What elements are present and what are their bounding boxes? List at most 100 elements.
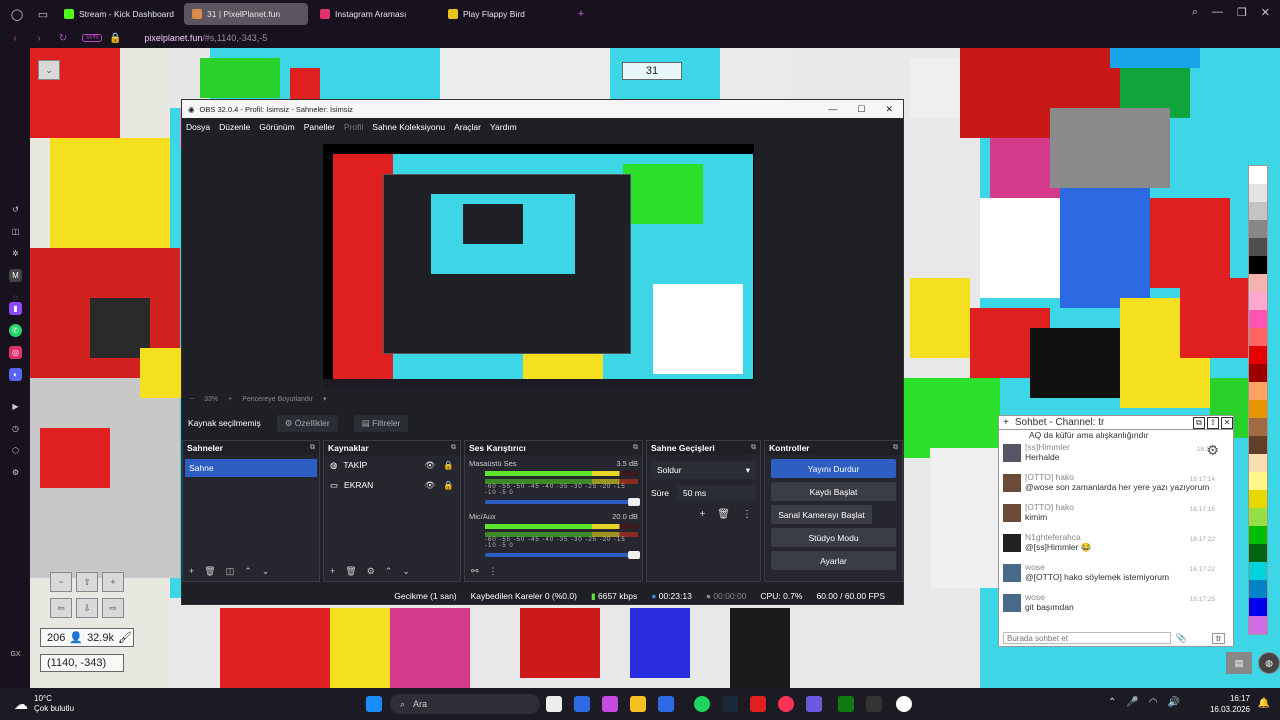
vpn-badge[interactable]: VPN bbox=[82, 34, 103, 42]
message-author[interactable]: N1ghteferahca bbox=[1025, 532, 1091, 542]
scene-filters-icon[interactable]: ◫ bbox=[226, 566, 235, 577]
url-field[interactable]: pixelplanet.fun/#s,1140,-343,-5 bbox=[144, 33, 267, 43]
scene-item[interactable]: Sahne bbox=[185, 459, 317, 477]
more-options-icon[interactable]: ⋮ bbox=[489, 566, 498, 577]
start-icon[interactable] bbox=[366, 696, 382, 712]
add-channel-icon[interactable]: + bbox=[1003, 417, 1009, 428]
message-author[interactable]: wose bbox=[1025, 562, 1169, 572]
weather-widget[interactable]: ☁ 10°C Çok bulutlu bbox=[14, 694, 74, 714]
stop-streaming-button[interactable]: Yayını Durdur bbox=[771, 459, 896, 478]
clock[interactable]: 16:17 16.03.2026 bbox=[1210, 693, 1250, 715]
cube-icon[interactable]: ⬡ bbox=[9, 444, 22, 457]
forward-icon[interactable]: › bbox=[30, 33, 48, 44]
twitch-icon[interactable]: ▮ bbox=[9, 302, 22, 315]
source-item-ekran[interactable]: ▭ EKRAN 👁 🔒 bbox=[324, 475, 460, 495]
tab-manager-icon[interactable]: ▭ bbox=[34, 5, 52, 23]
opera-logo-icon[interactable]: ◯ bbox=[8, 5, 26, 23]
obs-preview[interactable] bbox=[323, 144, 754, 388]
menu-view[interactable]: Görünüm bbox=[259, 122, 294, 132]
palette-toggle-button[interactable]: ◍ bbox=[1258, 652, 1280, 674]
zoom-out-icon[interactable]: − bbox=[190, 396, 194, 403]
zoom-out-button[interactable]: − bbox=[50, 572, 72, 592]
move-up-icon[interactable]: ⌃ bbox=[244, 566, 252, 577]
menu-help[interactable]: Yardım bbox=[490, 122, 517, 132]
volume-slider[interactable] bbox=[485, 498, 640, 506]
zoom-in-button[interactable]: + bbox=[102, 572, 124, 592]
move-up-icon[interactable]: ⌃ bbox=[385, 566, 393, 577]
chevron-down-icon[interactable]: ▾ bbox=[323, 395, 327, 403]
filters-button[interactable]: ▤ Filtreler bbox=[353, 414, 409, 432]
properties-button[interactable]: ⚙ Özellikler bbox=[276, 414, 338, 432]
obs-taskbar-icon[interactable] bbox=[866, 696, 882, 712]
steam-icon[interactable] bbox=[722, 696, 738, 712]
undock-icon[interactable]: ⧉ bbox=[310, 444, 315, 452]
undock-icon[interactable]: ⧉ bbox=[451, 444, 456, 452]
taskbar-search[interactable]: ⌕ Ara bbox=[390, 694, 540, 714]
channel-select[interactable]: tr bbox=[1212, 633, 1225, 644]
settings-button[interactable]: Ayarlar bbox=[771, 551, 896, 570]
lock-icon[interactable]: 🔒 bbox=[443, 460, 454, 471]
undock-icon[interactable]: ⧉ bbox=[893, 444, 898, 452]
obs-close-icon[interactable]: ✕ bbox=[885, 104, 893, 115]
remove-source-icon[interactable]: 🗑 bbox=[345, 566, 356, 577]
obs-minimize-icon[interactable]: — bbox=[828, 104, 837, 115]
teams-icon[interactable] bbox=[806, 696, 822, 712]
transition-options-icon[interactable]: ⋮ bbox=[742, 509, 752, 520]
volume-slider[interactable] bbox=[485, 551, 640, 559]
chat-close-icon[interactable]: ✕ bbox=[1221, 416, 1233, 429]
menu-profile[interactable]: Profil bbox=[344, 122, 363, 132]
discord-icon[interactable]: ◐ bbox=[9, 368, 22, 381]
studio-mode-button[interactable]: Stüdyo Modu bbox=[771, 528, 896, 547]
popout-icon[interactable]: ⧉ bbox=[1193, 416, 1205, 429]
move-down-button[interactable]: ⇩ bbox=[76, 598, 98, 618]
start-virtual-camera-button[interactable]: Sanal Kamerayı Başlat bbox=[771, 505, 872, 524]
copilot-icon[interactable] bbox=[602, 696, 618, 712]
chevron-up-icon[interactable]: ⌃ bbox=[1108, 697, 1116, 708]
wifi-icon[interactable]: ◠ bbox=[1149, 697, 1158, 708]
close-icon[interactable]: ✕ bbox=[1261, 6, 1270, 19]
chatgpt-icon[interactable]: ✲ bbox=[9, 247, 22, 260]
xbox-icon[interactable] bbox=[838, 696, 854, 712]
reload-icon[interactable]: ↻ bbox=[54, 33, 72, 44]
source-item-takip[interactable]: ◍ TAKİP 👁 🔒 bbox=[324, 455, 460, 475]
message-author[interactable]: [OTTO] hako bbox=[1025, 502, 1074, 512]
menu-edit[interactable]: Düzenle bbox=[219, 122, 250, 132]
transition-select[interactable]: Soldur ▾ bbox=[651, 461, 756, 479]
github-icon[interactable] bbox=[896, 696, 912, 712]
duration-input[interactable]: 50 ms bbox=[676, 485, 756, 501]
zoom-in-icon[interactable]: + bbox=[228, 396, 232, 403]
edge-icon[interactable] bbox=[574, 696, 590, 712]
move-down-icon[interactable]: ⌄ bbox=[402, 566, 410, 577]
message-author[interactable]: [OTTO] hako bbox=[1025, 472, 1209, 482]
volume-icon[interactable]: 🔊 bbox=[1168, 697, 1180, 708]
chat-toggle-button[interactable]: ▤ bbox=[1226, 652, 1252, 674]
move-left-button[interactable]: ⇦ bbox=[50, 598, 72, 618]
spotify-icon[interactable] bbox=[694, 696, 710, 712]
undock-icon[interactable]: ⧉ bbox=[633, 444, 638, 452]
menu-toggle-button[interactable]: ⌄ bbox=[38, 60, 60, 80]
remove-scene-icon[interactable]: 🗑 bbox=[204, 566, 215, 577]
eye-icon[interactable]: 👁 bbox=[425, 460, 436, 471]
new-tab-icon[interactable]: + bbox=[572, 5, 590, 23]
menu-scene-collection[interactable]: Sahne Koleksiyonu bbox=[372, 122, 445, 132]
opera-icon[interactable] bbox=[778, 696, 794, 712]
back-icon[interactable]: ‹ bbox=[6, 33, 24, 44]
remove-transition-icon[interactable]: 🗑 bbox=[717, 509, 730, 520]
message-author[interactable]: wose bbox=[1025, 592, 1074, 602]
notification-icon[interactable]: 🔔 bbox=[1258, 698, 1270, 709]
advanced-audio-icon[interactable]: ⚯ bbox=[471, 566, 479, 577]
start-recording-button[interactable]: Kaydı Başlat bbox=[771, 482, 896, 501]
obs-maximize-icon[interactable]: ☐ bbox=[857, 104, 865, 115]
source-settings-icon[interactable]: ⚙ bbox=[367, 566, 375, 577]
message-author[interactable]: [ss]Himmler bbox=[1025, 442, 1070, 452]
move-right-button[interactable]: ⇨ bbox=[102, 598, 124, 618]
store-icon[interactable] bbox=[658, 696, 674, 712]
menu-docks[interactable]: Paneller bbox=[304, 122, 335, 132]
undock-icon[interactable]: ⧉ bbox=[751, 444, 756, 452]
record-app-icon[interactable] bbox=[750, 696, 766, 712]
minimize-icon[interactable]: — bbox=[1212, 6, 1223, 19]
add-scene-icon[interactable]: + bbox=[189, 566, 194, 576]
whatsapp-icon[interactable]: ✆ bbox=[9, 324, 22, 337]
player-icon[interactable]: ▶ bbox=[9, 400, 22, 413]
tab-instagram[interactable]: Instagram Araması bbox=[312, 3, 436, 25]
